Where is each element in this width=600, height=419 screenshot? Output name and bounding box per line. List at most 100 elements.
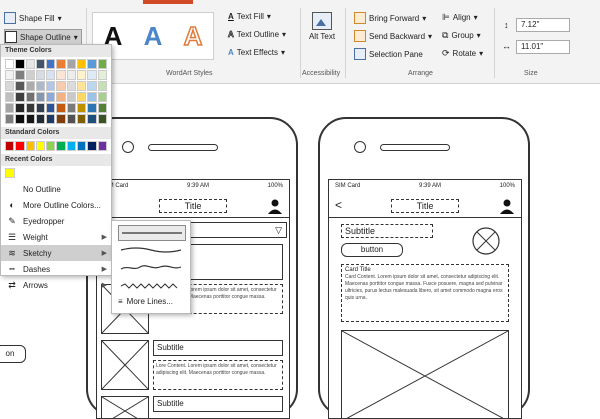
align-button[interactable]: ⊫ Align ▾ — [442, 12, 478, 23]
color-swatch[interactable] — [5, 81, 15, 91]
color-swatch[interactable] — [15, 141, 25, 151]
color-swatch[interactable] — [66, 70, 77, 80]
rotate-button[interactable]: ⟳ Rotate ▾ — [442, 48, 483, 59]
color-swatch[interactable] — [25, 81, 35, 91]
color-swatch[interactable] — [87, 70, 97, 80]
color-swatch[interactable] — [66, 81, 77, 91]
color-swatch[interactable] — [56, 81, 66, 91]
more-outline-colors-item[interactable]: ◐ More Outline Colors... — [1, 197, 111, 213]
color-swatch[interactable] — [25, 70, 35, 80]
eyedropper-item[interactable]: ✎ Eyedropper — [1, 213, 111, 229]
no-outline-item[interactable]: No Outline — [1, 181, 111, 197]
color-swatch[interactable] — [77, 92, 87, 102]
color-swatch[interactable] — [46, 70, 56, 80]
color-swatch[interactable] — [87, 81, 97, 91]
shape-fill-button[interactable]: Shape Fill ▾ — [4, 12, 62, 24]
text-effects-button[interactable]: A Text Effects ▾ — [228, 48, 285, 57]
color-swatch[interactable] — [77, 103, 87, 113]
bring-forward-button[interactable]: Bring Forward ▾ — [354, 12, 426, 24]
color-swatch[interactable] — [35, 103, 46, 113]
shape-height-input[interactable]: 7.12" — [516, 18, 570, 32]
color-swatch[interactable] — [97, 92, 107, 102]
color-swatch[interactable] — [35, 59, 46, 69]
color-swatch[interactable] — [66, 114, 77, 124]
color-swatch[interactable] — [56, 92, 66, 102]
color-swatch[interactable] — [5, 114, 15, 124]
color-swatch[interactable] — [77, 59, 87, 69]
shape-outline-button[interactable]: Shape Outline ▾ — [4, 29, 82, 45]
send-backward-button[interactable]: Send Backward ▾ — [354, 30, 432, 42]
arrows-item[interactable]: ⇄ Arrows ▶ — [1, 277, 111, 293]
color-swatch[interactable] — [66, 59, 77, 69]
color-swatch[interactable] — [97, 141, 107, 151]
text-fill-button[interactable]: A Text Fill ▾ — [228, 12, 271, 21]
color-swatch[interactable] — [25, 59, 35, 69]
color-swatch[interactable] — [77, 141, 87, 151]
color-swatch[interactable] — [35, 81, 46, 91]
color-swatch[interactable] — [56, 114, 66, 124]
color-swatch[interactable] — [66, 92, 77, 102]
color-swatch[interactable] — [46, 81, 56, 91]
color-swatch[interactable] — [15, 59, 25, 69]
color-swatch[interactable] — [5, 59, 15, 69]
color-swatch[interactable] — [56, 103, 66, 113]
color-swatch[interactable] — [15, 114, 25, 124]
color-swatch[interactable] — [46, 59, 56, 69]
color-swatch[interactable] — [97, 114, 107, 124]
color-swatch[interactable] — [5, 168, 15, 178]
color-swatch[interactable] — [97, 59, 107, 69]
color-swatch[interactable] — [56, 141, 66, 151]
more-lines-item[interactable]: ≡ More Lines... — [118, 297, 173, 306]
color-swatch[interactable] — [87, 114, 97, 124]
color-swatch[interactable] — [5, 141, 15, 151]
color-swatch[interactable] — [25, 114, 35, 124]
color-swatch[interactable] — [66, 141, 77, 151]
color-swatch[interactable] — [15, 92, 25, 102]
color-swatch[interactable] — [46, 141, 56, 151]
color-swatch[interactable] — [35, 141, 46, 151]
color-swatch[interactable] — [87, 141, 97, 151]
color-swatch[interactable] — [77, 114, 87, 124]
color-swatch[interactable] — [5, 103, 15, 113]
sketchy-style-freehand[interactable] — [118, 261, 186, 277]
color-swatch[interactable] — [97, 103, 107, 113]
color-swatch[interactable] — [25, 92, 35, 102]
color-swatch[interactable] — [77, 70, 87, 80]
color-swatch[interactable] — [15, 70, 25, 80]
color-swatch-row — [5, 141, 107, 151]
color-swatch[interactable] — [97, 81, 107, 91]
sketchy-style-scribble[interactable] — [118, 279, 186, 295]
text-outline-button[interactable]: A Text Outline ▾ — [228, 30, 286, 40]
color-swatch[interactable] — [97, 70, 107, 80]
color-swatch[interactable] — [15, 81, 25, 91]
color-swatch[interactable] — [87, 92, 97, 102]
color-swatch[interactable] — [56, 70, 66, 80]
shape-width-input[interactable]: 11.01" — [516, 40, 570, 54]
color-swatch[interactable] — [25, 103, 35, 113]
sketchy-style-curved[interactable] — [118, 243, 186, 259]
color-swatch[interactable] — [15, 103, 25, 113]
color-swatch[interactable] — [87, 103, 97, 113]
color-swatch[interactable] — [5, 70, 15, 80]
color-swatch[interactable] — [66, 103, 77, 113]
wordart-style-orange-outline[interactable]: A — [183, 22, 203, 50]
color-swatch[interactable] — [35, 114, 46, 124]
alt-text-button[interactable]: Alt Text — [308, 12, 336, 56]
color-swatch[interactable] — [56, 59, 66, 69]
color-swatch[interactable] — [87, 59, 97, 69]
color-swatch[interactable] — [35, 70, 46, 80]
group-button[interactable]: ⧉ Group ▾ — [442, 30, 481, 41]
color-swatch[interactable] — [25, 141, 35, 151]
weight-item[interactable]: ☰ Weight ▶ — [1, 229, 111, 245]
color-swatch[interactable] — [46, 114, 56, 124]
color-swatch[interactable] — [77, 81, 87, 91]
selection-pane-button[interactable]: Selection Pane — [354, 48, 423, 60]
color-swatch[interactable] — [5, 92, 15, 102]
sketchy-item[interactable]: ≋ Sketchy ▶ — [1, 245, 111, 261]
sketchy-style-straight[interactable] — [118, 225, 186, 241]
color-swatch[interactable] — [35, 92, 46, 102]
dashes-item[interactable]: ┅ Dashes ▶ — [1, 261, 111, 277]
wordart-style-blue[interactable]: A — [144, 23, 163, 49]
color-swatch[interactable] — [46, 92, 56, 102]
color-swatch[interactable] — [46, 103, 56, 113]
